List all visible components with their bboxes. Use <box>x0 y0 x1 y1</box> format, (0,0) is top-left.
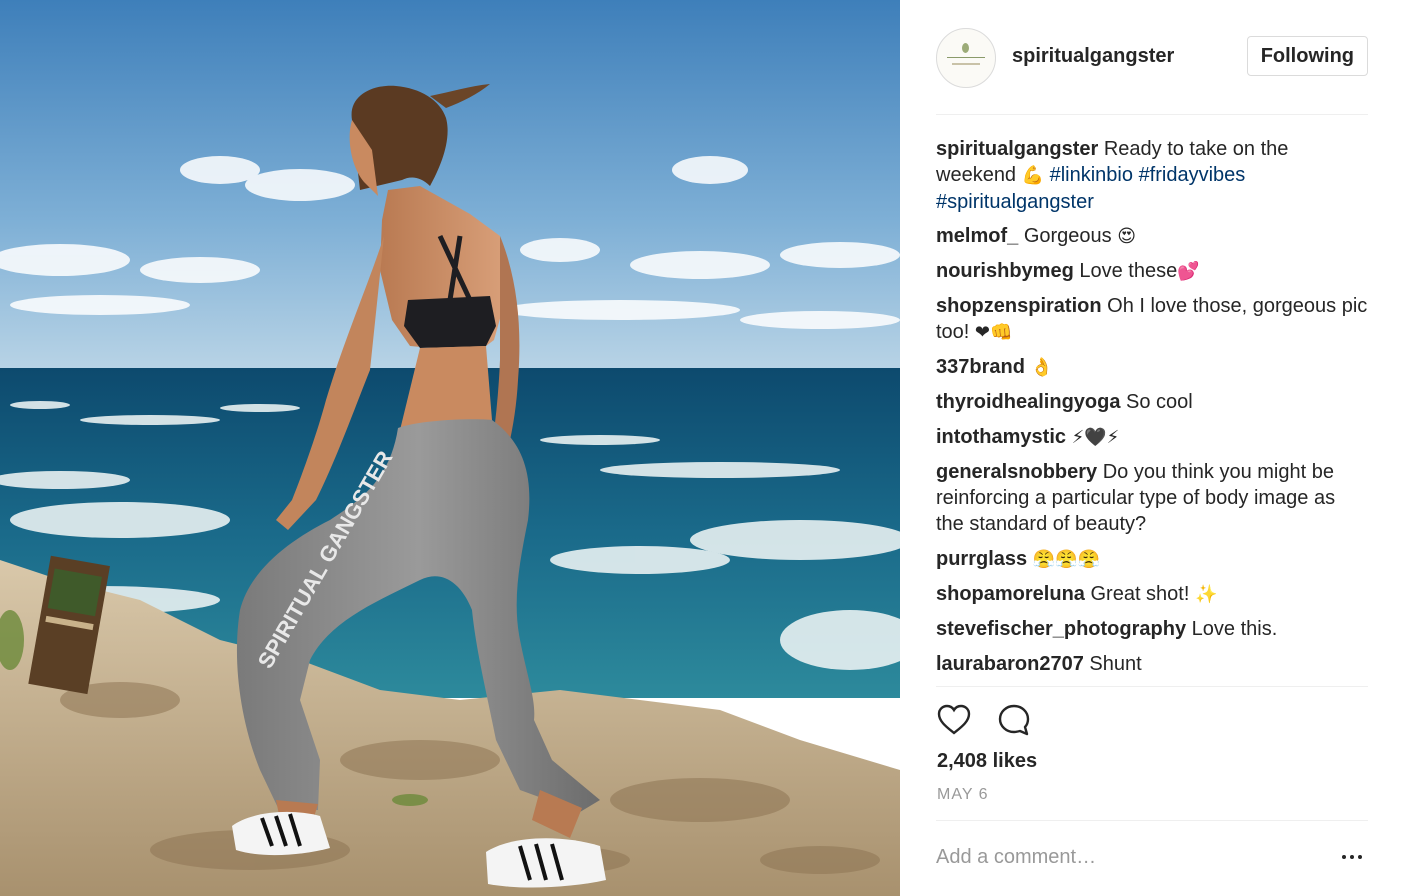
comment-username[interactable]: thyroidhealingyoga <box>936 391 1120 413</box>
likes-count[interactable]: 2,408 likes <box>937 750 1037 773</box>
comment-item: generalsnobbery Do you think you might b… <box>936 459 1368 538</box>
post-photo[interactable]: SPIRITUAL GANGSTER <box>0 0 900 896</box>
comment-text: Love these <box>1079 260 1178 282</box>
comment-emoji: ⚡🖤⚡ <box>1071 427 1120 448</box>
hashtag-link[interactable]: #linkinbio <box>1050 164 1133 186</box>
caption-emoji: 💪 <box>1021 165 1045 186</box>
post-header: spiritualgangster Following <box>936 28 1368 88</box>
comment-item: melmof_ Gorgeous 😍 <box>936 223 1368 250</box>
comment-item: 337brand 👌 <box>936 354 1368 381</box>
comment-item: intothamystic ⚡🖤⚡ <box>936 424 1368 451</box>
comments-divider <box>936 686 1368 687</box>
comment-username[interactable]: laurabaron2707 <box>936 653 1084 675</box>
comment-emoji: ❤👊 <box>974 322 1013 343</box>
more-options-icon[interactable] <box>1342 846 1366 866</box>
post-side-panel: spiritualgangster Following spiritualgan… <box>900 0 1402 896</box>
avatar-logo-tagline <box>952 63 980 65</box>
comment-text: Gorgeous <box>1023 225 1112 247</box>
comment-username[interactable]: shopamoreluna <box>936 583 1085 605</box>
comment-text: Love this. <box>1191 618 1278 640</box>
header-divider <box>936 114 1368 115</box>
comment-item: shopzenspiration Oh I love those, gorgeo… <box>936 293 1368 346</box>
comment-text: So cool <box>1126 391 1193 413</box>
comment-emoji: 😍 <box>1117 226 1136 247</box>
comment-emoji: 😤😤😤 <box>1032 549 1100 570</box>
comment-username[interactable]: intothamystic <box>936 426 1066 448</box>
post-username[interactable]: spiritualgangster <box>1012 45 1174 68</box>
comment-username[interactable]: shopzenspiration <box>936 295 1102 317</box>
comment-emoji: 👌 <box>1030 357 1053 378</box>
comment-item: purrglass 😤😤😤 <box>936 546 1368 573</box>
comment-username[interactable]: nourishbymeg <box>936 260 1074 282</box>
comment-text: Shunt <box>1089 653 1142 675</box>
add-comment-input[interactable] <box>936 840 1316 874</box>
post-date[interactable]: MAY 6 <box>937 786 989 804</box>
composer-divider <box>936 820 1368 821</box>
comment-item: laurabaron2707 Shunt <box>936 651 1368 678</box>
comment-item: nourishbymeg Love these💕 <box>936 258 1368 285</box>
following-button[interactable]: Following <box>1246 36 1368 76</box>
comment-item: thyroidhealingyoga So cool <box>936 389 1368 416</box>
hashtag-link[interactable]: #fridayvibes <box>1139 164 1246 186</box>
comment-emoji: 💕 <box>1177 261 1200 282</box>
heart-icon[interactable] <box>936 702 972 738</box>
comment-item: stevefischer_photography Love this. <box>936 616 1368 643</box>
comment-text: Great shot! <box>1090 583 1190 605</box>
avatar-logo-leaf <box>962 43 969 53</box>
comment-item: shopamoreluna Great shot! ✨ <box>936 581 1368 608</box>
caption-username[interactable]: spiritualgangster <box>936 138 1098 160</box>
comment-username[interactable]: purrglass <box>936 548 1027 570</box>
comment-username[interactable]: stevefischer_photography <box>936 618 1186 640</box>
comment-username[interactable]: melmof_ <box>936 225 1018 247</box>
comments-list: spiritualgangster Ready to take on the w… <box>936 136 1368 678</box>
caption: spiritualgangster Ready to take on the w… <box>936 136 1368 215</box>
comment-username[interactable]: 337brand <box>936 356 1025 378</box>
comment-username[interactable]: generalsnobbery <box>936 461 1097 483</box>
post-actions <box>936 702 1368 742</box>
avatar[interactable] <box>936 28 996 88</box>
avatar-logo-line <box>947 57 985 58</box>
comment-bubble-icon[interactable] <box>996 702 1032 738</box>
hashtag-link[interactable]: #spiritualgangster <box>936 191 1094 213</box>
comment-emoji: ✨ <box>1194 584 1218 605</box>
